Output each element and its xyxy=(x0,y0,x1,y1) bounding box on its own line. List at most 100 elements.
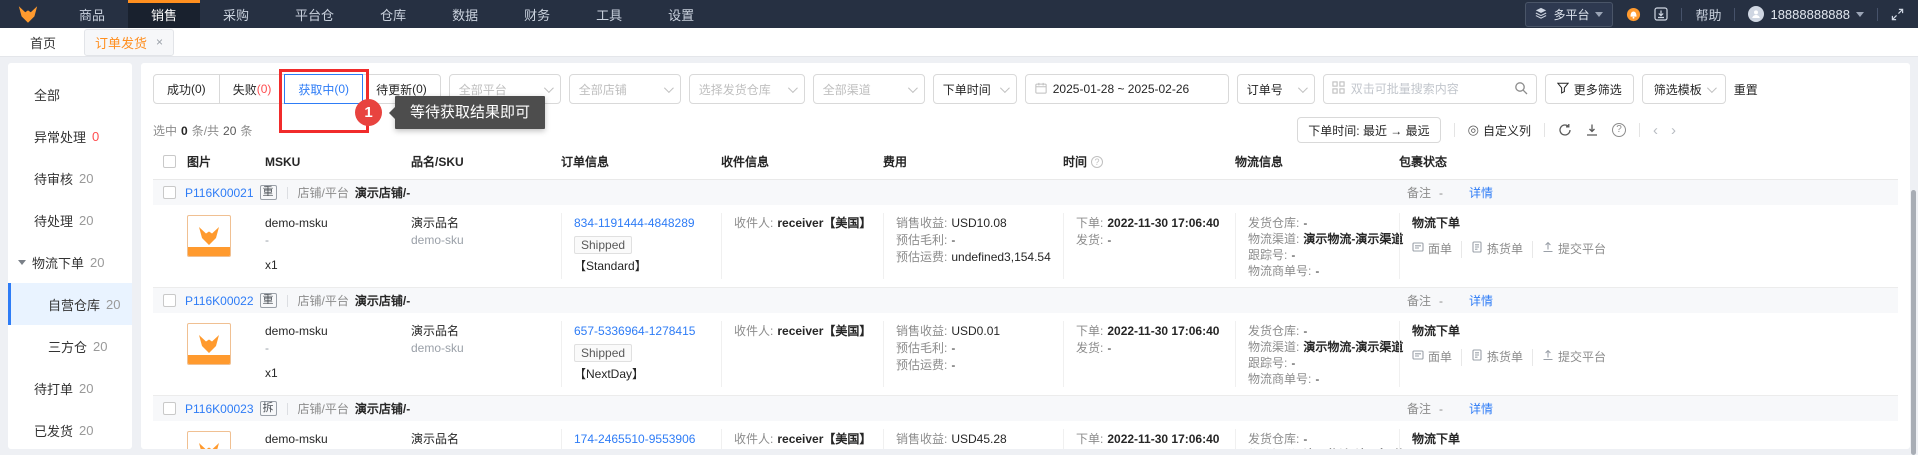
row-checkbox[interactable] xyxy=(163,402,176,415)
time-cell: 下单:2022-11-30 17:06:40 发货:- xyxy=(1063,213,1235,279)
more-filters-button[interactable]: 更多筛选 xyxy=(1544,74,1634,104)
detail-link[interactable]: 详情 xyxy=(1469,184,1493,201)
sidebar-item-pending-process[interactable]: 待处理 20 xyxy=(8,199,132,241)
notification-icon[interactable] xyxy=(1626,7,1641,22)
submit-platform-button[interactable]: 提交平台 xyxy=(1532,241,1615,258)
picklist-icon xyxy=(1471,241,1483,258)
divider xyxy=(1877,7,1878,21)
divider xyxy=(1544,123,1545,137)
platform-order-link[interactable]: 834-1191444-4848289 xyxy=(574,216,695,230)
sort-order-button[interactable]: 下单时间: 最近 → 最远 xyxy=(1297,117,1441,143)
picklist-button[interactable]: 拣货单 xyxy=(1461,241,1532,258)
filter-template-select[interactable]: 筛选模板 xyxy=(1641,74,1726,104)
fees-cell: 销售收益: USD0.01 预估毛利: - 预估运费: - xyxy=(883,321,1063,387)
customize-columns-button[interactable]: 自定义列 xyxy=(1468,122,1531,139)
sidebar-item-shipped[interactable]: 已发货 20 xyxy=(8,409,132,451)
next-page-icon[interactable] xyxy=(1671,122,1676,139)
thumbnail-brand-bar xyxy=(188,247,230,256)
menu-item-purchase[interactable]: 采购 xyxy=(200,0,272,28)
order-field-select[interactable]: 订单号 xyxy=(1236,74,1315,104)
menu-item-data[interactable]: 数据 xyxy=(429,0,501,28)
select-all-checkbox[interactable] xyxy=(163,155,176,168)
product-thumbnail[interactable] xyxy=(187,323,231,365)
download-client-icon[interactable] xyxy=(1654,7,1669,21)
menu-item-products[interactable]: 商品 xyxy=(56,0,128,28)
status-button-success[interactable]: 成功 (0) xyxy=(153,74,220,104)
gear-icon xyxy=(1468,122,1479,138)
channel-filter-select[interactable]: 全部渠道 xyxy=(812,74,925,104)
help-icon[interactable] xyxy=(1612,123,1626,137)
fullscreen-icon[interactable] xyxy=(1891,8,1904,21)
time-cell: 下单:2022-11-30 17:06:40 发货:- xyxy=(1063,321,1235,387)
col-header-time: 时间 xyxy=(1063,153,1235,170)
sidebar-item-all[interactable]: 全部 xyxy=(8,73,132,115)
picklist-button[interactable]: 拣货单 xyxy=(1461,349,1532,366)
close-icon[interactable] xyxy=(156,36,163,48)
order-number-link[interactable]: P116K00023 xyxy=(185,402,254,416)
export-icon[interactable] xyxy=(1585,123,1599,137)
fox-logo-icon[interactable] xyxy=(0,0,56,28)
refresh-icon[interactable] xyxy=(1558,123,1572,137)
divider xyxy=(1681,7,1683,21)
order-row-header: P116K00021 重 店铺/平台 演示店铺/- 备注 - 详情 xyxy=(153,180,1898,205)
filter-icon xyxy=(1556,82,1569,97)
annotation-step-badge: 1 xyxy=(355,99,382,126)
detail-link[interactable]: 详情 xyxy=(1469,292,1493,309)
sidebar-item-third-party-warehouse[interactable]: 三方仓 20 xyxy=(8,325,132,367)
menu-item-platform-warehouse[interactable]: 平台仓 xyxy=(272,0,357,28)
menu-item-warehouse[interactable]: 仓库 xyxy=(357,0,429,28)
waybill-button[interactable]: 面单 xyxy=(1412,349,1461,366)
question-circle-icon xyxy=(1091,155,1104,168)
shop-platform-label: 店铺/平台 xyxy=(297,294,349,308)
shop-platform-value: 演示店铺/- xyxy=(354,294,411,308)
waybill-button[interactable]: 面单 xyxy=(1412,241,1461,258)
label-icon xyxy=(1412,241,1424,258)
menu-item-tools[interactable]: 工具 xyxy=(573,0,645,28)
order-shipping-page: 商品 销售 采购 平台仓 仓库 数据 财务 工具 设置 多平台 帮助 18888… xyxy=(0,0,1918,455)
row-checkbox[interactable] xyxy=(163,186,176,199)
user-account-menu[interactable]: 18888888888 xyxy=(1748,6,1864,22)
sidebar-item-exception[interactable]: 异常处理 0 xyxy=(8,115,132,157)
multi-platform-selector[interactable]: 多平台 xyxy=(1525,1,1614,27)
order-row: P116K00021 重 店铺/平台 演示店铺/- 备注 - 详情 demo-m… xyxy=(153,180,1898,287)
status-button-fetching[interactable]: 获取中 (0) xyxy=(284,74,364,104)
time-type-select[interactable]: 下单时间 xyxy=(932,74,1017,104)
shop-filter-select[interactable]: 全部店铺 xyxy=(568,74,681,104)
sku-value: demo-sku xyxy=(411,448,551,449)
reset-button[interactable]: 重置 xyxy=(1734,81,1758,98)
product-thumbnail[interactable] xyxy=(187,215,231,257)
search-input[interactable] xyxy=(1350,82,1508,96)
sidebar-item-pending-print[interactable]: 待打单 20 xyxy=(8,367,132,409)
status-button-failed[interactable]: 失败 (0) xyxy=(218,74,286,104)
order-number-link[interactable]: P116K00022 xyxy=(185,294,254,308)
sidebar-item-pending-review[interactable]: 待审核 20 xyxy=(8,157,132,199)
remark-value: - xyxy=(1439,293,1444,308)
platform-order-link[interactable]: 657-5336964-1278415 xyxy=(574,324,695,338)
shop-platform-value: 演示店铺/- xyxy=(354,402,411,416)
submit-platform-button[interactable]: 提交平台 xyxy=(1532,349,1615,366)
help-link[interactable]: 帮助 xyxy=(1695,5,1721,24)
tab-order-shipping[interactable]: 订单发货 xyxy=(84,28,175,56)
menu-item-finance[interactable]: 财务 xyxy=(501,0,573,28)
warehouse-filter-select[interactable]: 选择发货仓库 xyxy=(688,74,805,104)
menu-item-settings[interactable]: 设置 xyxy=(645,0,717,28)
product-thumbnail[interactable] xyxy=(187,431,231,449)
search-icon[interactable] xyxy=(1514,81,1528,98)
count-badge: 20 xyxy=(79,380,94,396)
tab-home[interactable]: 首页 xyxy=(30,33,56,52)
quantity: x1 xyxy=(265,258,278,272)
batch-search-icon xyxy=(1332,81,1345,97)
fox-logo-image xyxy=(199,443,219,449)
sidebar-item-logistics-order[interactable]: 物流下单 20 xyxy=(8,241,132,283)
menu-item-sales[interactable]: 销售 xyxy=(128,0,201,28)
order-number-link[interactable]: P116K00021 xyxy=(185,186,254,200)
sidebar-item-own-warehouse[interactable]: 自营仓库 20 xyxy=(8,283,132,325)
detail-link[interactable]: 详情 xyxy=(1469,400,1493,417)
order-status-tag: Shipped xyxy=(574,344,633,362)
row-checkbox[interactable] xyxy=(163,294,176,307)
prev-page-icon[interactable] xyxy=(1653,122,1658,139)
platform-order-link[interactable]: 174-2465510-9553906 xyxy=(574,432,695,446)
package-status-title: 物流下单 xyxy=(1412,432,1461,446)
vertical-scrollbar[interactable] xyxy=(1911,190,1916,455)
date-range-picker[interactable]: 2025-01-28 ~ 2025-02-26 xyxy=(1024,74,1229,104)
